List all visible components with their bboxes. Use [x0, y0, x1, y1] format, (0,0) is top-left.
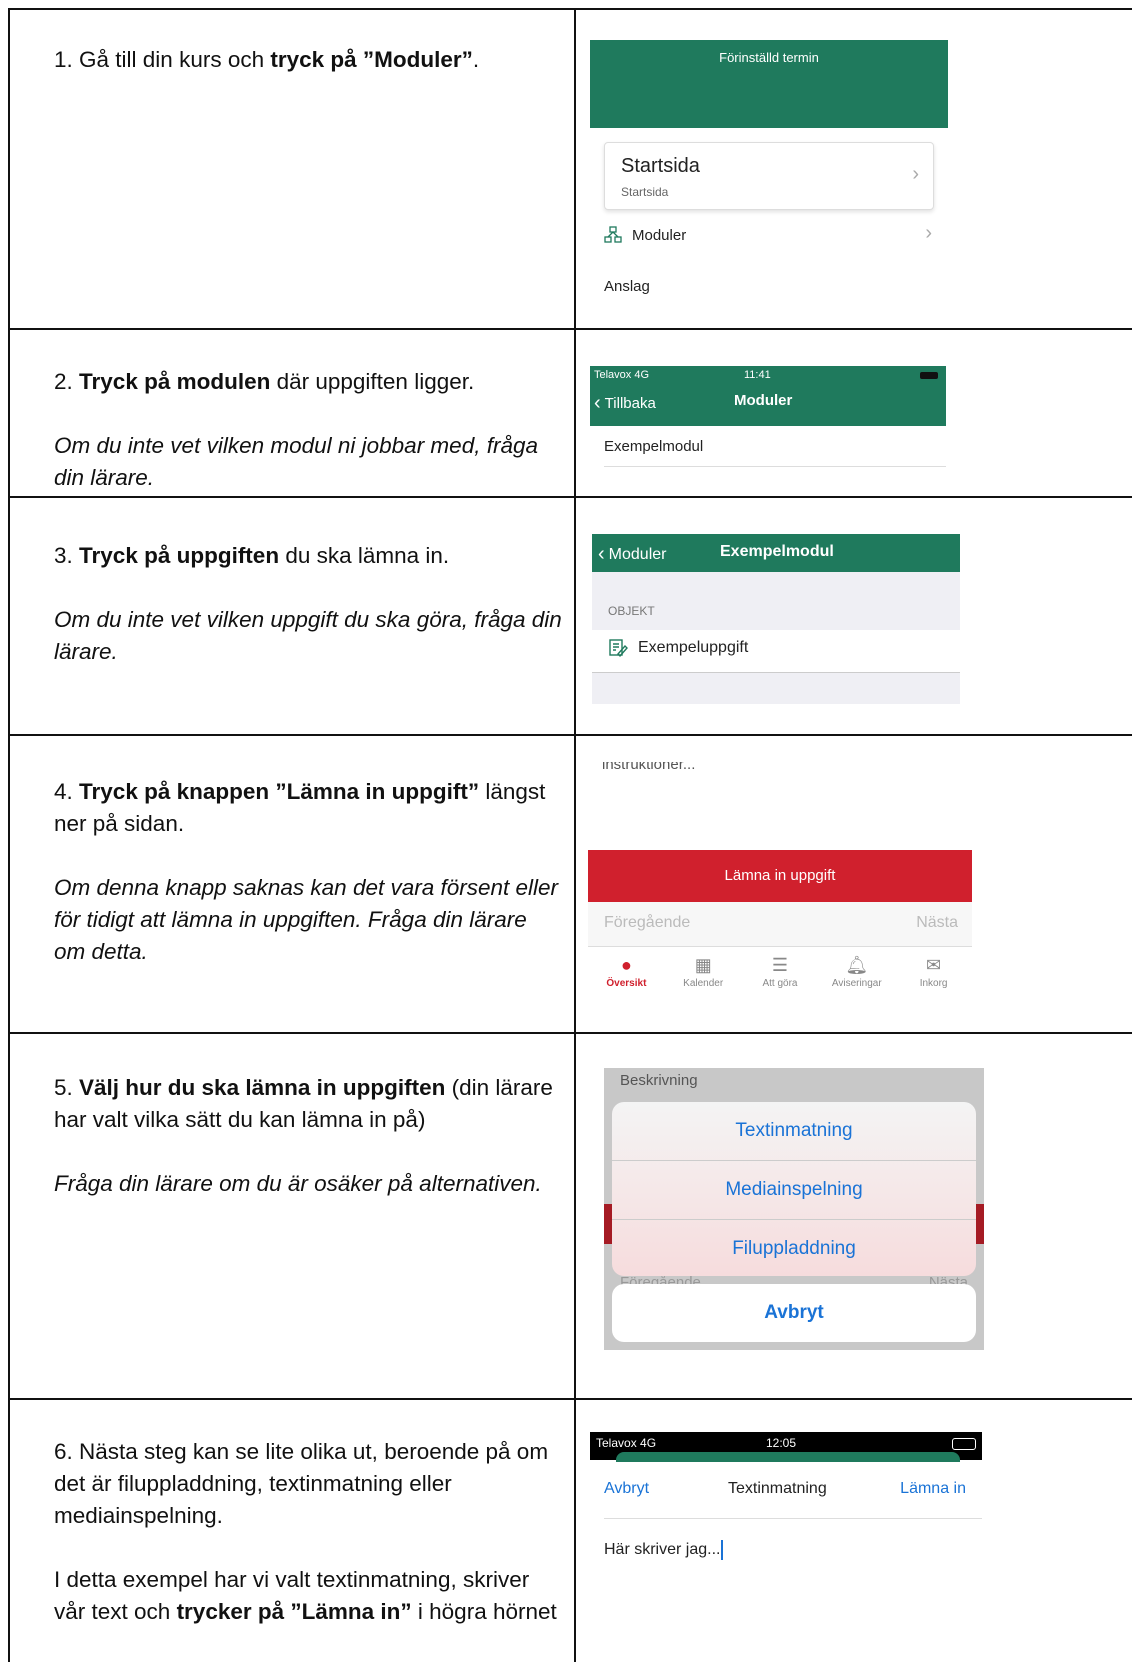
chevron-right-icon: ›	[925, 222, 932, 244]
tab-bar: ● Översikt ▦ Kalender ☰ Att göra 🔔︎ Aviserin…	[588, 948, 972, 1002]
table-row-divider	[8, 734, 1132, 736]
instructions-text: instruktioner...	[602, 762, 696, 773]
screenshot-course-menu: Förinställd termin Startsida Startsida ›…	[590, 40, 948, 296]
section-label: OBJEKT	[608, 604, 655, 618]
startsida-card[interactable]: Startsida Startsida ›	[604, 142, 934, 210]
pager: Föregående Nästa	[588, 902, 972, 947]
clock: 12:05	[766, 1436, 797, 1450]
screenshot-modules-list: Telavox 4G 11:41 ‹ Tillbaka Moduler Exemp…	[590, 366, 946, 468]
sheet-header: Avbryt Textinmatning Lämna in	[590, 1462, 982, 1518]
table-row-divider	[8, 1032, 1132, 1034]
chevron-left-icon: ‹	[598, 543, 605, 565]
cancel-button[interactable]: Avbryt	[604, 1480, 649, 1498]
tab-inbox[interactable]: ✉ Inkorg	[895, 948, 972, 1002]
envelope-icon: ✉	[926, 955, 942, 975]
modules-label: Moduler	[632, 226, 687, 244]
announcements-label: Anslag	[604, 278, 650, 295]
status-bar: Telavox 4G 11:41	[594, 369, 942, 383]
modules-menu-item[interactable]: Moduler	[604, 226, 686, 244]
table-row-divider	[8, 328, 1132, 330]
assignment-icon	[609, 639, 628, 658]
next-button[interactable]: Nästa	[916, 914, 958, 932]
carrier-label: Telavox 4G	[594, 369, 650, 381]
table-border-middle	[574, 8, 576, 1662]
chevron-left-icon: ‹	[594, 392, 601, 414]
battery-icon	[952, 1438, 976, 1450]
submit-button[interactable]: Lämna in	[900, 1480, 966, 1498]
sheet-title: Textinmatning	[728, 1480, 827, 1497]
chevron-right-icon: ›	[912, 163, 919, 185]
back-button[interactable]: ‹ Moduler	[598, 543, 666, 566]
screenshot-submission-type-sheet: Beskrivning Föregående Nästa Textinmatni…	[604, 1068, 984, 1350]
tab-overview[interactable]: ● Översikt	[588, 948, 665, 1002]
course-header: Förinställd termin	[590, 40, 948, 128]
step-4-text: 4. Tryck på knappen ”Lämna in uppgift” l…	[54, 776, 564, 968]
back-label: Moduler	[608, 545, 667, 563]
module-list-item[interactable]: Exempelmodul	[604, 438, 703, 455]
previous-button[interactable]: Föregående	[604, 914, 690, 932]
step-5-text: 5. Välj hur du ska lämna in uppgiften (d…	[54, 1072, 564, 1200]
action-sheet: Textinmatning Mediainspelning Filuppladd…	[612, 1102, 976, 1276]
card-title: Startsida	[621, 155, 700, 177]
clock: 11:41	[744, 369, 771, 381]
text-entry-sheet: Avbryt Textinmatning Lämna in Här skrive…	[590, 1462, 982, 1662]
checklist-icon: ☰	[771, 955, 789, 975]
list-footer	[592, 672, 960, 704]
option-media-recording[interactable]: Mediainspelning	[612, 1161, 976, 1220]
card-subtitle: Startsida	[621, 185, 669, 199]
table-row-divider	[8, 496, 1132, 498]
bell-icon: 🔔︎	[845, 955, 869, 975]
assignment-label: Exempeluppgift	[638, 639, 749, 656]
step-1-text: 1. Gå till din kurs och tryck på ”Module…	[54, 47, 480, 72]
modules-icon	[604, 226, 622, 243]
nav-title: Moduler	[734, 392, 793, 409]
divider	[604, 1518, 982, 1519]
battery-icon	[920, 372, 938, 379]
nav-bar: Telavox 4G 11:41 ‹ Tillbaka Moduler	[590, 366, 946, 426]
entered-text: Här skriver jag...	[604, 1541, 721, 1559]
screenshot-assignment-page: instruktioner... Lämna in uppgift Föregå…	[588, 762, 972, 1002]
table-border-left	[8, 8, 10, 1662]
screenshot-module-items: ‹ Moduler Exempelmodul OBJEKT Exempeluppg…	[592, 534, 960, 704]
step-5-note: Fråga din lärare om du är osäker på alte…	[54, 1171, 542, 1196]
back-label: Tillbaka	[604, 395, 656, 412]
step-3-note: Om du inte vet vilken uppgift du ska gör…	[54, 607, 562, 664]
table-row-divider	[8, 1398, 1132, 1400]
option-file-upload[interactable]: Filuppladdning	[612, 1220, 976, 1276]
tab-todo[interactable]: ☰ Att göra	[742, 948, 819, 1002]
step-3-text: 3. Tryck på uppgiften du ska lämna in. O…	[54, 540, 564, 668]
calendar-icon: ▦	[694, 955, 712, 975]
submit-assignment-button[interactable]: Lämna in uppgift	[588, 850, 972, 902]
dashboard-icon: ●	[620, 955, 632, 975]
nav-title: Exempelmodul	[720, 543, 834, 560]
tab-calendar[interactable]: ▦ Kalender	[665, 948, 742, 1002]
section-header: OBJEKT	[592, 572, 960, 630]
back-button[interactable]: ‹ Tillbaka	[594, 392, 656, 415]
step-2-text: 2. Tryck på modulen där uppgiften ligger…	[54, 366, 564, 494]
carrier-label: Telavox 4G	[596, 1436, 657, 1450]
assignment-list-item[interactable]: Exempeluppgift	[608, 638, 748, 658]
divider	[604, 466, 946, 467]
text-cursor	[721, 1540, 724, 1560]
nav-bar: ‹ Moduler Exempelmodul	[592, 534, 960, 572]
tab-notifications[interactable]: 🔔︎ Aviseringar	[818, 948, 895, 1002]
announcements-menu-item[interactable]: Anslag	[604, 278, 650, 295]
step-2-note: Om du inte vet vilken modul ni jobbar me…	[54, 433, 538, 490]
screenshot-text-entry: Telavox 4G 12:05 Avbryt Textinmatning Lä…	[590, 1432, 982, 1662]
step-4-note: Om denna knapp saknas kan det vara förse…	[54, 875, 559, 964]
option-text-entry[interactable]: Textinmatning	[612, 1102, 976, 1161]
text-entry-field[interactable]: Här skriver jag...	[604, 1540, 724, 1560]
cancel-button[interactable]: Avbryt	[612, 1284, 976, 1342]
description-label: Beskrivning	[620, 1072, 698, 1089]
step-6-text: 6. Nästa steg kan se lite olika ut, bero…	[54, 1439, 557, 1624]
table-border-top	[8, 8, 1132, 10]
